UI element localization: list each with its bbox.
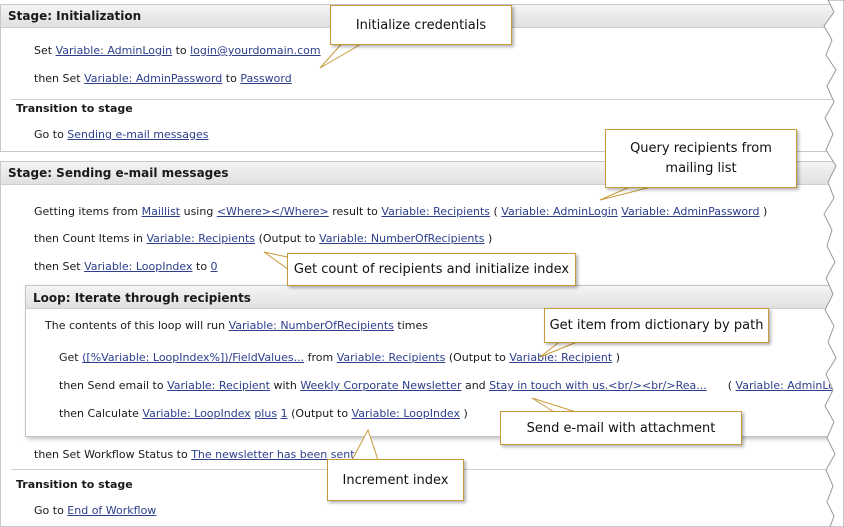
- value-link[interactable]: Password: [240, 72, 291, 85]
- variable-link[interactable]: Variable: AdminPassword: [621, 205, 759, 218]
- action-set-loop-index: then Set Variable: LoopIndex to 0: [34, 260, 218, 273]
- value-link[interactable]: login@yourdomain.com: [190, 44, 321, 57]
- action-get-items: Getting items from Maillist using <Where…: [34, 205, 768, 218]
- callout-query-recipients: Query recipients from mailing list: [605, 129, 797, 188]
- stage-title: Stage: Sending e-mail messages: [8, 166, 229, 180]
- variable-link[interactable]: Variable: Recipients: [381, 205, 490, 218]
- value-link[interactable]: 0: [211, 260, 218, 273]
- operator-link[interactable]: plus: [254, 407, 277, 420]
- path-link[interactable]: ([%Variable: LoopIndex%])/FieldValues...: [82, 351, 304, 364]
- goto-action: Go to Sending e-mail messages: [34, 128, 209, 141]
- action-set-admin-login: Set Variable: AdminLogin to login@yourdo…: [34, 44, 321, 57]
- query-link[interactable]: <Where></Where>: [217, 205, 329, 218]
- action-set-admin-password: then Set Variable: AdminPassword to Pass…: [34, 72, 292, 85]
- variable-link[interactable]: Variable: AdminLogin: [501, 205, 617, 218]
- list-link[interactable]: Maillist: [142, 205, 181, 218]
- transition-label: Transition to stage: [16, 102, 133, 115]
- variable-link[interactable]: Variable: Recipients: [337, 351, 446, 364]
- action-set-workflow-status: then Set Workflow Status to The newslett…: [34, 448, 355, 461]
- transition-label: Transition to stage: [16, 478, 133, 491]
- loop-header[interactable]: Loop: Iterate through recipients: [26, 286, 844, 309]
- subject-link[interactable]: Weekly Corporate Newsletter: [300, 379, 461, 392]
- goto-action: Go to End of Workflow: [34, 504, 157, 517]
- torn-edge: [823, 0, 844, 527]
- variable-link[interactable]: Variable: LoopIndex: [142, 407, 250, 420]
- goto-link[interactable]: Sending e-mail messages: [67, 128, 208, 141]
- callout-get-item: Get item from dictionary by path: [544, 308, 769, 343]
- variable-link[interactable]: Variable: Recipients: [146, 232, 255, 245]
- action-send-email: then Send email to Variable: Recipient w…: [59, 379, 844, 392]
- loop-info: The contents of this loop will run Varia…: [45, 319, 428, 332]
- variable-link[interactable]: Variable: LoopIndex: [352, 407, 460, 420]
- value-link[interactable]: 1: [281, 407, 288, 420]
- action-calculate: then Calculate Variable: LoopIndex plus …: [59, 407, 468, 420]
- callout-initialize-credentials: Initialize credentials: [330, 5, 512, 45]
- action-get-item: Get ([%Variable: LoopIndex%])/FieldValue…: [59, 351, 621, 364]
- callout-send-email: Send e-mail with attachment: [500, 411, 742, 445]
- variable-link[interactable]: Variable: AdminPassword: [84, 72, 222, 85]
- stage-title: Stage: Initialization: [8, 9, 142, 23]
- variable-link[interactable]: Variable: NumberOfRecipients: [319, 232, 484, 245]
- variable-link[interactable]: Variable: AdminLogin: [56, 44, 172, 57]
- callout-get-count: Get count of recipients and initialize i…: [287, 253, 576, 286]
- variable-link[interactable]: Variable: Recipient: [167, 379, 270, 392]
- variable-link[interactable]: Variable: Recipient: [509, 351, 612, 364]
- variable-link[interactable]: Variable: LoopIndex: [84, 260, 192, 273]
- loop-title: Loop: Iterate through recipients: [33, 291, 251, 305]
- action-count-items: then Count Items in Variable: Recipients…: [34, 232, 493, 245]
- divider: [11, 99, 841, 100]
- goto-link[interactable]: End of Workflow: [67, 504, 156, 517]
- callout-increment-index: Increment index: [327, 459, 464, 501]
- body-link[interactable]: Stay in touch with us.<br/><br/>Rea...: [489, 379, 707, 392]
- variable-link[interactable]: Variable: NumberOfRecipients: [229, 319, 394, 332]
